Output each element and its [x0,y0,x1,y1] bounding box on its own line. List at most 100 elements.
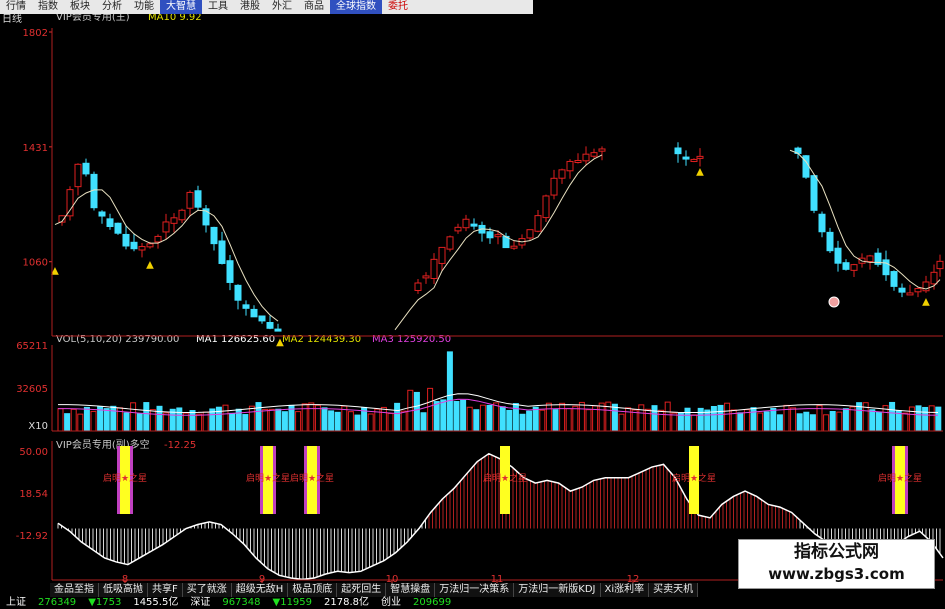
indicator-tab[interactable]: 智慧操盘 [386,583,436,597]
volume-bar [242,414,249,432]
menu-item[interactable]: 行情 [0,0,32,14]
candle [446,236,454,250]
volume-bar [908,406,915,432]
candle [250,308,258,318]
volume-bar [380,406,387,432]
volume-bar [281,411,288,432]
candle [462,218,470,229]
volume-bar [671,412,678,432]
volume-bar [724,402,731,432]
candle [218,240,226,264]
candle [422,275,430,279]
candle [882,259,890,276]
candle [930,271,938,285]
candle [234,284,242,301]
volume-bar [539,409,546,432]
candle [542,195,550,219]
candle [114,222,122,234]
indicator-tab[interactable]: 万法归一新版KDJ [514,583,601,597]
candle [98,211,106,217]
volume-bar [255,402,262,432]
indicator-tabs: 金品至指 低吸高抛 共享F 买了就涨 超级无敌H 极品顶底 起死回生 智慧操盘 万法归一决策系万… [50,583,699,597]
indicator-tab[interactable]: 极品顶底 [288,583,338,597]
candle [82,162,90,175]
candle [818,213,826,233]
menu-item[interactable]: 板块 [64,0,96,14]
candle [674,147,682,155]
status-value: ▼1753 [88,597,122,608]
volume-bar [750,407,757,432]
indicator-value: -12.25 [164,440,196,451]
volume-bar [248,405,255,432]
volume-bar [433,401,440,432]
y-tick-label: 1431 [23,143,48,154]
indicator-tab[interactable]: 超级无敌H [231,583,289,597]
status-value: 209699 [413,597,452,608]
volume-bar [295,411,302,432]
menu-item[interactable]: 大智慧 [160,0,202,14]
volume-bar [770,407,777,432]
volume-bar [314,404,321,432]
volume-bar [143,402,150,432]
status-value: 深证 [190,597,211,608]
volume-bar [400,410,407,432]
indicator-tab[interactable]: 买了就涨 [182,583,232,597]
volume-bar [526,410,533,432]
menu-item[interactable]: 全球指数 [330,0,382,14]
candle [274,328,282,332]
candle [898,287,906,293]
candle [810,175,818,211]
status-value: 1455.5亿 [133,597,179,608]
menu-item[interactable]: 工具 [202,0,234,14]
candle [486,231,494,239]
signal-label: 启明★之星 [672,472,716,484]
volume-bar [493,402,500,432]
volume-bar [704,409,711,432]
volume-bar [130,402,137,432]
menu-item[interactable]: 分析 [96,0,128,14]
candle [454,226,462,232]
volume-bar [757,412,764,432]
indicator-tab[interactable]: 共享F [148,583,183,597]
volume-bar [460,399,467,432]
menu-item[interactable]: 指数 [32,0,64,14]
candle [170,217,178,224]
indicator-tab[interactable]: Xi涨利率 [600,583,650,597]
volume-bar [578,401,585,432]
indicator-tab[interactable]: 金品至指 [50,583,99,597]
menu-item[interactable]: 功能 [128,0,160,14]
menu-item[interactable]: 委托 [382,0,414,14]
candle [526,229,534,239]
menu-item[interactable]: 商品 [298,0,330,14]
volume-bar [453,401,460,432]
candle [696,155,704,159]
volume-bar [875,411,882,432]
volume-bar [829,410,836,432]
buy-arrow-icon: ▲ [696,167,704,178]
watermark: 指标公式网 www.zbgs3.com [738,539,935,589]
candle [122,233,130,247]
candle [574,160,582,164]
volume-bar [156,405,163,432]
watermark-url: www.zbgs3.com [768,565,905,583]
volume-bar [90,410,97,432]
indicator-tab[interactable]: 低吸高抛 [99,583,148,597]
candle [936,260,944,270]
candle [430,258,438,279]
candle [138,246,146,251]
status-value: 2178.8亿 [324,597,370,608]
menu-item[interactable]: 外汇 [266,0,298,14]
volume-bar [110,405,117,432]
indicator-tab[interactable]: 万法归一决策系 [435,583,515,597]
volume-bar [902,412,909,432]
signal-label: 启明★之星 [246,472,290,484]
candle [470,223,478,227]
indicator-tab[interactable]: 买卖天机 [649,583,699,597]
menu-bar: 行情 指数 板块 分析 功能 大智慧 工具 港股 外汇 商品 全球指数 委托 [0,0,533,14]
watermark-title: 指标公式网 [794,542,879,562]
menu-item[interactable]: 港股 [234,0,266,14]
volume-bar [691,414,698,432]
indicator-tab[interactable]: 起死回生 [337,583,387,597]
volume-bar [796,413,803,432]
volume-bar [598,402,605,432]
